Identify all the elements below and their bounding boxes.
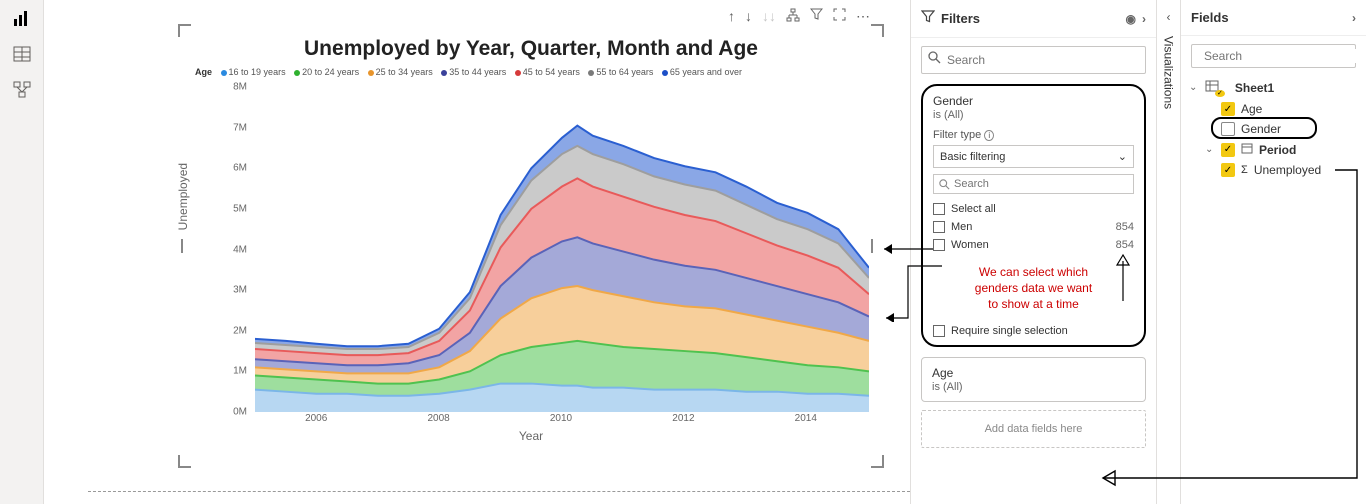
- filters-pane: Filters ◉ › Gender is (All) Filter type …: [910, 0, 1156, 504]
- field-age[interactable]: ✓Age: [1181, 99, 1366, 119]
- filter-field-name: Age: [932, 366, 1135, 380]
- checked-icon[interactable]: ✓: [1221, 163, 1235, 177]
- resize-handle[interactable]: [870, 24, 884, 38]
- annotation-text: We can select which genders data we want…: [933, 264, 1134, 313]
- table-node[interactable]: ⌄ ✓ Sheet1: [1181, 76, 1366, 99]
- field-unemployed[interactable]: ✓ΣUnemployed: [1181, 160, 1366, 180]
- filter-type-label: Filter type i: [933, 129, 1134, 141]
- sigma-icon: Σ: [1241, 164, 1248, 176]
- more-options-icon[interactable]: ⋯: [856, 8, 870, 25]
- y-axis-ticks: 0M1M2M3M4M5M6M7M8M: [217, 87, 247, 412]
- chart-title: Unemployed by Year, Quarter, Month and A…: [185, 37, 877, 61]
- info-icon[interactable]: i: [984, 130, 994, 141]
- drill-down-icon[interactable]: ↓: [745, 8, 752, 25]
- filters-title: Filters: [941, 11, 980, 26]
- data-view-icon[interactable]: [12, 44, 32, 64]
- fields-search-input[interactable]: [1204, 49, 1359, 63]
- drill-up-icon[interactable]: ↑: [728, 8, 735, 25]
- filters-header: Filters ◉ ›: [911, 0, 1156, 38]
- fields-search[interactable]: [1191, 44, 1356, 68]
- collapse-pane-icon[interactable]: ›: [1142, 12, 1146, 26]
- filter-icon[interactable]: [810, 8, 823, 25]
- filter-type-dropdown[interactable]: Basic filtering ⌄: [933, 145, 1134, 168]
- resize-handle[interactable]: [178, 24, 192, 38]
- filter-values-search[interactable]: [933, 174, 1134, 194]
- filter-field-name: Gender: [933, 94, 1134, 108]
- field-gender[interactable]: Gender: [1181, 119, 1366, 139]
- filter-icon: [921, 10, 935, 27]
- filter-summary: is (All): [933, 109, 1134, 121]
- checkbox[interactable]: [933, 325, 945, 337]
- fields-pane: Fields › ⌄ ✓ Sheet1 ✓Age Gender ⌄✓Period…: [1180, 0, 1366, 504]
- filter-values-list: Select all Men854 Women854: [933, 200, 1134, 254]
- checked-icon[interactable]: ✓: [1221, 102, 1235, 116]
- chart-legend: Age 16 to 19 years 20 to 24 years 25 to …: [195, 67, 877, 77]
- filter-summary: is (All): [932, 381, 1135, 393]
- annotation-arrow: [1112, 253, 1134, 301]
- checkbox[interactable]: [933, 239, 945, 251]
- x-axis-ticks: 20062008201020122014: [255, 413, 867, 427]
- caret-down-icon[interactable]: ⌄: [1205, 144, 1215, 155]
- filter-value-row[interactable]: Women854: [933, 236, 1134, 254]
- page-boundary: [88, 491, 910, 492]
- plot-area: [255, 87, 869, 412]
- report-canvas[interactable]: ↑ ↓ ↓↓ ⋯ Unemployed by Year, Quarter, Mo…: [44, 0, 910, 504]
- filter-value-row[interactable]: Men854: [933, 218, 1134, 236]
- x-axis-label: Year: [519, 429, 543, 443]
- table-icon: ✓: [1205, 79, 1229, 96]
- visualizations-pane-collapsed[interactable]: ‹ Visualizations: [1156, 0, 1180, 504]
- y-axis-label: Unemployed: [176, 163, 190, 230]
- resize-handle[interactable]: [870, 454, 884, 468]
- filters-search[interactable]: [921, 46, 1146, 74]
- resize-handle[interactable]: [178, 454, 192, 468]
- checkbox[interactable]: [933, 221, 945, 233]
- show-filters-icon[interactable]: ◉: [1126, 12, 1136, 26]
- field-period[interactable]: ⌄✓Period: [1181, 139, 1366, 160]
- filters-search-input[interactable]: [947, 53, 1139, 67]
- filter-card-age[interactable]: Age is (All): [921, 357, 1146, 402]
- fields-title: Fields: [1191, 10, 1229, 25]
- checkbox[interactable]: [1221, 122, 1235, 136]
- chevron-down-icon: ⌄: [1118, 150, 1127, 163]
- view-switcher: [0, 0, 44, 504]
- add-data-fields-well[interactable]: Add data fields here: [921, 410, 1146, 448]
- expand-pane-icon[interactable]: ‹: [1167, 10, 1171, 24]
- caret-down-icon[interactable]: ⌄: [1189, 82, 1199, 93]
- model-view-icon[interactable]: [12, 80, 32, 100]
- calendar-icon: [1241, 142, 1253, 157]
- require-single-selection[interactable]: Require single selection: [933, 325, 1134, 337]
- focus-mode-icon[interactable]: [833, 8, 846, 25]
- area-chart-visual[interactable]: Unemployed by Year, Quarter, Month and A…: [184, 30, 878, 462]
- visualizations-label: Visualizations: [1162, 36, 1176, 109]
- table-name: Sheet1: [1235, 81, 1274, 95]
- fields-header: Fields ›: [1181, 0, 1366, 36]
- checked-icon[interactable]: ✓: [1221, 143, 1235, 157]
- visual-action-bar: ↑ ↓ ↓↓ ⋯: [728, 8, 870, 25]
- expand-down-icon[interactable]: ↓↓: [762, 8, 776, 25]
- filter-value-row[interactable]: Select all: [933, 200, 1134, 218]
- checkbox[interactable]: [933, 203, 945, 215]
- filter-card-gender[interactable]: Gender is (All) Filter type i Basic filt…: [921, 84, 1146, 347]
- hierarchy-icon[interactable]: [786, 8, 800, 25]
- search-icon: [928, 51, 941, 69]
- collapse-pane-icon[interactable]: ›: [1352, 11, 1356, 25]
- report-view-icon[interactable]: [12, 8, 32, 28]
